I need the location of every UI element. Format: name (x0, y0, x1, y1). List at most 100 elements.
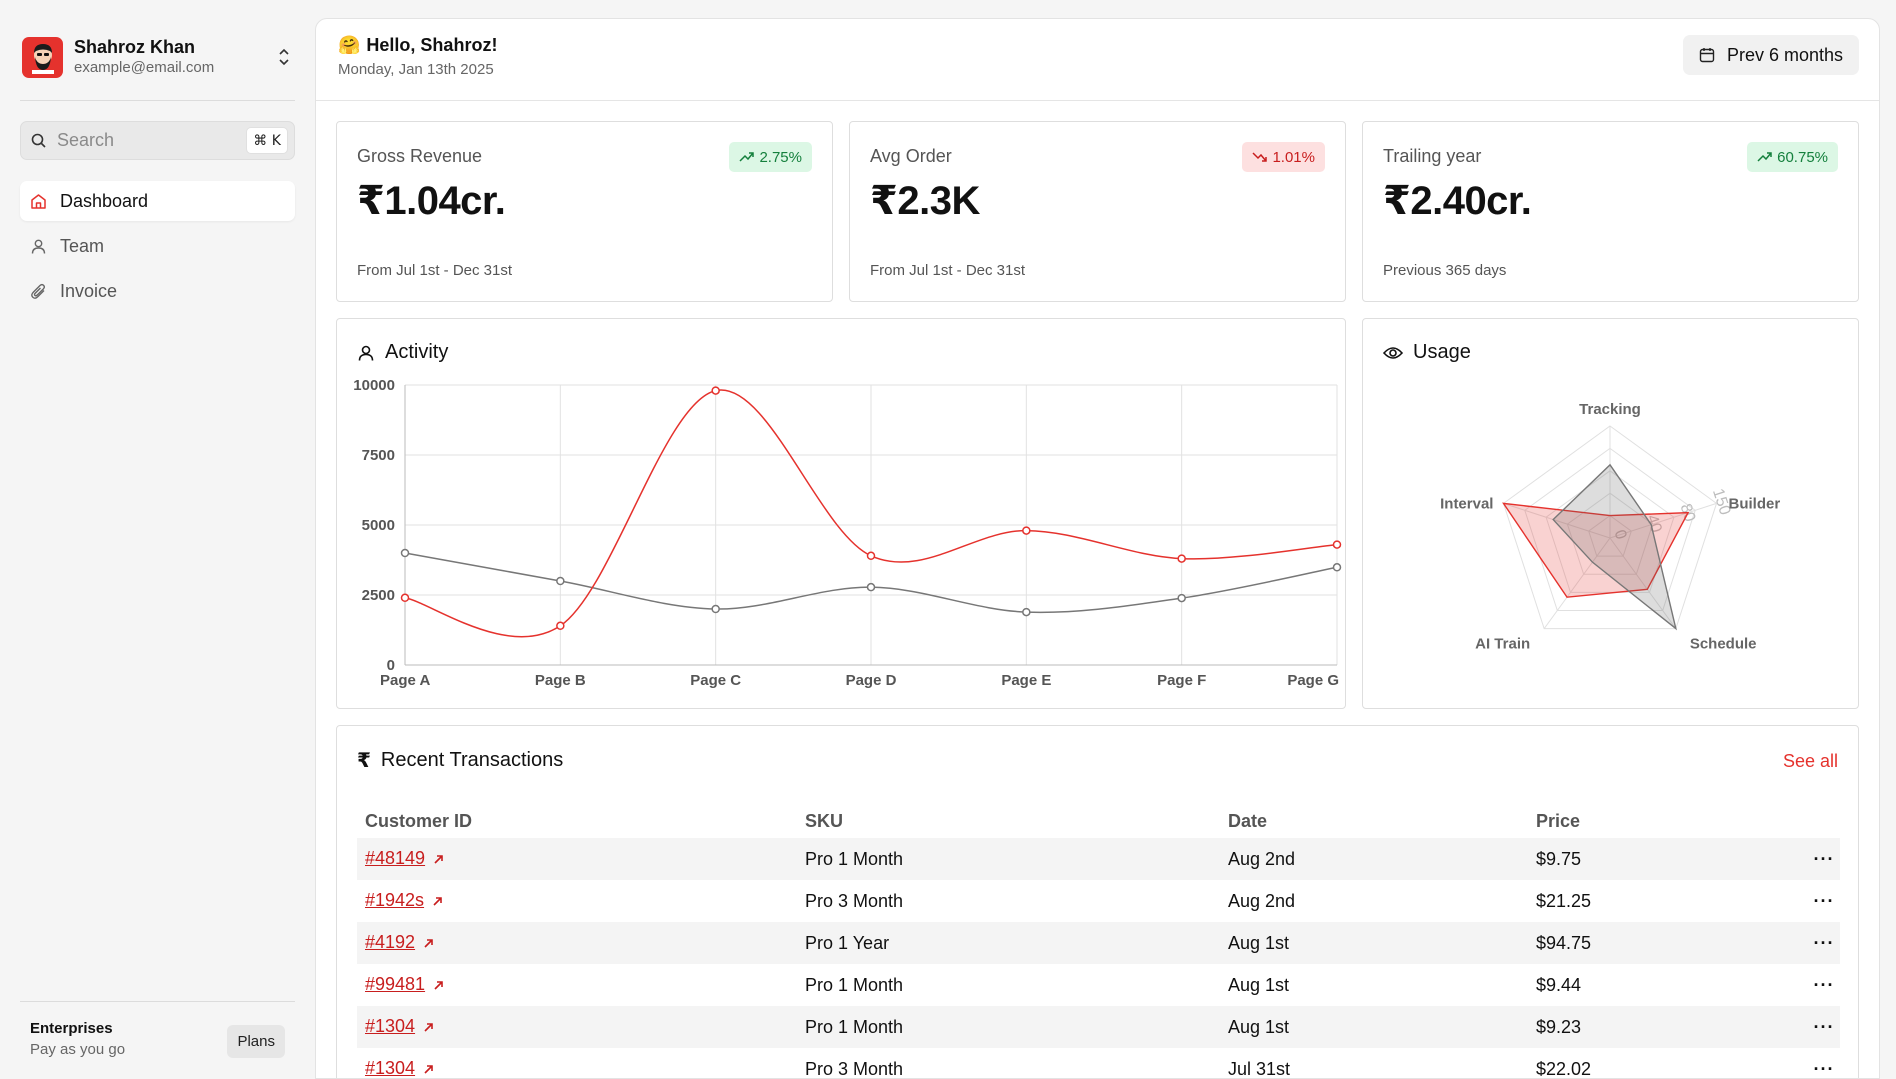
date-cell: Aug 2nd (1220, 838, 1528, 880)
data-point (711, 604, 720, 614)
sidebar-item-invoice[interactable]: Invoice (20, 271, 295, 311)
stat-card-gross-revenue: Gross Revenue 2.75% ₹1.04cr. From Jul 1s… (336, 121, 833, 302)
x-tick-label: Page F (1157, 672, 1206, 689)
stat-value: ₹1.04cr. (357, 179, 506, 223)
home-icon (30, 192, 48, 210)
search-shortcut: ⌘ K (246, 127, 288, 154)
user-icon (357, 344, 375, 362)
chevron-up-down-icon[interactable] (274, 45, 294, 69)
x-tick-label: Page G (1287, 672, 1339, 689)
radar-axis-label: Tracking (1579, 401, 1641, 418)
external-link-icon (433, 975, 444, 996)
sidebar-item-team[interactable]: Team (20, 226, 295, 266)
stat-period: Previous 365 days (1383, 262, 1507, 279)
row-actions-button[interactable]: ··· (1800, 838, 1840, 880)
rupee-icon: ₹ (357, 750, 371, 772)
trend-badge: 2.75% (729, 142, 812, 172)
customer-id-link[interactable]: #1304 (365, 1058, 415, 1078)
row-actions-button[interactable]: ··· (1800, 1048, 1840, 1079)
y-tick-label: 5000 (362, 517, 395, 534)
sidebar-item-dashboard[interactable]: Dashboard (20, 181, 295, 221)
date-cell: Jul 31st (1228, 1058, 1291, 1079)
column-header: Customer ID (365, 810, 473, 831)
customer-id-cell: #99481 (357, 964, 797, 1006)
stat-value: ₹2.3K (870, 179, 980, 223)
avatar (22, 36, 63, 78)
table-row: #1942s Pro 3 Month Aug 2nd $21.25 ··· (357, 880, 1840, 922)
transactions-title: ₹ Recent Transactions (357, 748, 563, 773)
plans-button[interactable]: Plans (227, 1025, 285, 1058)
sidebar-item-label: Invoice (60, 280, 118, 301)
price-cell: $21.25 (1536, 890, 1592, 911)
customer-id-link[interactable]: #48149 (365, 848, 425, 868)
greeting-text: Hello, Shahroz! (366, 35, 498, 55)
date-range-label: Prev 6 months (1726, 44, 1843, 65)
table-row: #1304 Pro 3 Month Jul 31st $22.02 ··· (357, 1048, 1840, 1079)
stat-label: Gross Revenue (357, 146, 483, 166)
row-actions-button[interactable]: ··· (1800, 964, 1840, 1006)
trend-badge: 1.01% (1242, 142, 1325, 172)
avatar-illustration-icon (31, 44, 54, 74)
stat-card-avg-order: Avg Order 1.01% ₹2.3K From Jul 1st - Dec… (849, 121, 1346, 302)
x-tick-label: Page E (1001, 672, 1051, 689)
row-actions-button[interactable]: ··· (1800, 922, 1840, 964)
plan-subtitle: Pay as you go (30, 1041, 126, 1058)
customer-id-link[interactable]: #1942s (365, 890, 424, 910)
trend-up-icon (739, 151, 755, 163)
profile-switcher[interactable]: Shahroz Khan example@email.com (22, 34, 294, 80)
radar-axis-label: Builder (1729, 495, 1781, 512)
data-point (1332, 563, 1342, 572)
external-link-icon (433, 849, 444, 870)
radar-axis-label: Interval (1440, 495, 1493, 512)
row-actions-button[interactable]: ··· (1800, 1006, 1840, 1048)
data-point (711, 386, 720, 395)
external-link-icon (432, 891, 443, 912)
column-header: Price (1536, 810, 1581, 831)
search-placeholder: Search (57, 130, 115, 150)
data-point (400, 593, 410, 603)
price-cell: $94.75 (1528, 922, 1800, 964)
data-point (1177, 554, 1186, 563)
see-all-link[interactable]: See all (1783, 751, 1838, 772)
customer-id-cell: #1942s (357, 880, 797, 922)
trend-down-icon (1252, 151, 1268, 163)
radar-axis-label: Schedule (1690, 636, 1757, 653)
date-range-button[interactable]: Prev 6 months (1682, 35, 1859, 75)
data-point (556, 576, 565, 586)
transactions-card: ₹ Recent Transactions See all Customer I… (336, 725, 1859, 1079)
current-date: Monday, Jan 13th 2025 (338, 61, 494, 78)
date-cell: Aug 1st (1220, 922, 1528, 964)
activity-line-chart: 025005000750010000Page A Page B Page C Page… (353, 377, 1342, 689)
y-tick-label: 2500 (362, 587, 395, 604)
sku-cell: Pro 1 Year (797, 922, 1220, 964)
date-cell: Aug 1st (1220, 1006, 1528, 1048)
usage-radar-chart: 04080150TrackingBuilderScheduleAI TrainI… (1440, 401, 1781, 653)
plan-title: Enterprises (30, 1020, 113, 1037)
stat-label: Avg Order (870, 146, 952, 166)
sku-cell: Pro 3 Month (805, 1058, 904, 1079)
table-row: #48149 Pro 1 Month Aug 2nd $9.75 ··· (357, 838, 1840, 880)
usage-card: Usage 04080150TrackingBuilderScheduleAI … (1362, 318, 1859, 709)
stat-period: From Jul 1st - Dec 31st (870, 262, 1026, 279)
greeting: 🤗 Hello, Shahroz! (338, 35, 497, 56)
table-row: #1304 Pro 1 Month Aug 1st $9.23 ··· (357, 1006, 1840, 1048)
column-header-actions (1800, 804, 1840, 838)
search-icon (31, 133, 46, 148)
table-header-row: Customer ID SKU Date Price (357, 804, 1840, 838)
trend-value: 1.01% (1272, 148, 1315, 166)
usage-title-text: Usage (1413, 341, 1471, 363)
customer-id-link[interactable]: #99481 (365, 974, 425, 994)
customer-id-cell: #4192 (357, 922, 797, 964)
sku-cell: Pro 1 Month (805, 974, 904, 995)
trend-value: 60.75% (1777, 148, 1828, 166)
search-input[interactable]: Search ⌘ K (20, 121, 295, 160)
sidebar-nav: Dashboard Team Invoice (20, 181, 295, 316)
customer-id-link[interactable]: #1304 (365, 1016, 415, 1036)
hug-emoji-icon: 🤗 (338, 35, 361, 55)
sidebar-item-label: Team (60, 235, 105, 256)
price-cell: $9.44 (1536, 974, 1582, 995)
sidebar-divider (20, 100, 295, 101)
customer-id-link[interactable]: #4192 (365, 932, 415, 952)
column-header: Date (1228, 810, 1268, 831)
row-actions-button[interactable]: ··· (1800, 880, 1840, 922)
